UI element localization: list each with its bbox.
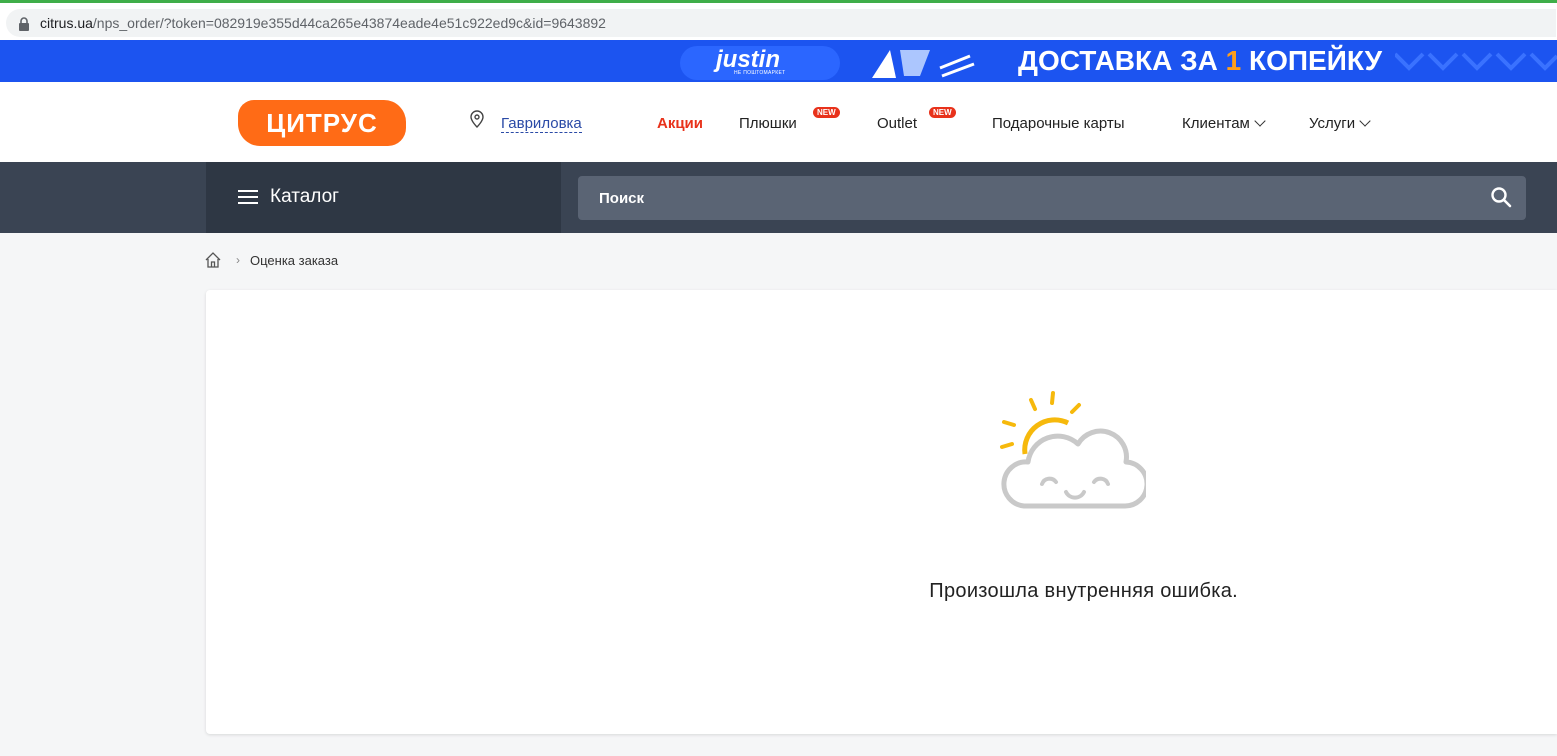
home-icon[interactable]: [204, 251, 222, 269]
nav-plushki[interactable]: Плюшки NEW: [739, 107, 840, 132]
chevron-down-icon: [1254, 115, 1266, 127]
hamburger-menu-icon: [238, 190, 258, 204]
location-pin-icon: [470, 110, 484, 128]
new-badge: NEW: [929, 107, 956, 118]
banner-promo-text: ДОСТАВКА ЗА 1 КОПЕЙКУ: [1018, 45, 1383, 76]
error-message: Произошла внутренняя ошибка.: [929, 580, 1238, 602]
lock-icon: [19, 17, 29, 31]
promo-banner[interactable]: justin НЕ ПОШТОМАРКЕТ ДОСТАВКА ЗА 1 КОПЕ…: [0, 40, 1557, 82]
nav-clients-label: Клиентам: [1182, 115, 1250, 132]
city-selector[interactable]: Гавриловка: [501, 115, 582, 133]
nav-services-label: Услуги: [1309, 115, 1356, 132]
banner-brand-sub: НЕ ПОШТОМАРКЕТ: [734, 70, 786, 76]
site-header: ЦИТРУС Гавриловка Акции Плюшки NEW Outle…: [0, 82, 1557, 162]
catalog-search-bar: Каталог Поиск: [0, 162, 1557, 233]
breadcrumb-current: Оценка заказа: [250, 253, 339, 268]
content-card: Произошла внутренняя ошибка.: [206, 290, 1557, 734]
search-placeholder: Поиск: [599, 190, 645, 207]
banner-decoration: [1395, 52, 1557, 71]
site-logo[interactable]: ЦИТРУС: [238, 100, 406, 146]
paper-plane-icon: [872, 50, 975, 78]
breadcrumb-separator: ›: [236, 253, 240, 267]
nav-services[interactable]: Услуги: [1309, 115, 1371, 132]
search-input[interactable]: Поиск: [578, 176, 1526, 220]
sun-cloud-icon: [1000, 391, 1146, 509]
catalog-button[interactable]: Каталог: [206, 162, 561, 233]
nav-plushki-label: Плюшки: [739, 115, 797, 132]
search-icon[interactable]: [1490, 186, 1512, 208]
url-field[interactable]: citrus.ua/nps_order/?token=082919e355d44…: [6, 9, 1556, 37]
url-text: citrus.ua/nps_order/?token=082919e355d44…: [40, 15, 606, 31]
nav-outlet[interactable]: Outlet NEW: [877, 107, 956, 132]
nav-clients[interactable]: Клиентам: [1182, 115, 1266, 132]
nav-promo[interactable]: Акции: [657, 115, 703, 132]
browser-address-bar: citrus.ua/nps_order/?token=082919e355d44…: [0, 0, 1557, 40]
catalog-label: Каталог: [270, 186, 340, 207]
nav-gift-cards[interactable]: Подарочные карты: [992, 115, 1125, 132]
nav-outlet-label: Outlet: [877, 115, 918, 132]
chevron-down-icon: [1359, 115, 1371, 127]
new-badge: NEW: [813, 107, 840, 118]
